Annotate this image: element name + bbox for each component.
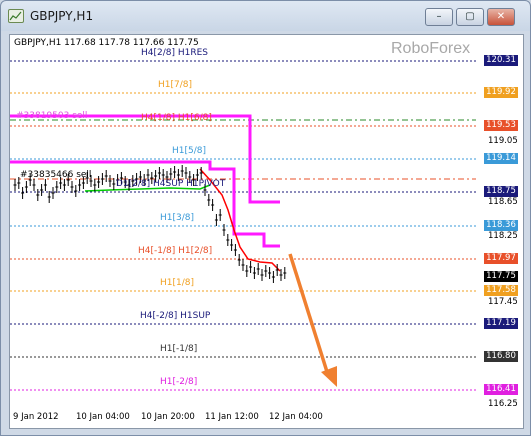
price-tag: 117.58 — [484, 285, 518, 296]
price-tag: 119.53 — [484, 120, 518, 131]
chart-icon — [8, 9, 24, 23]
price-tag: 119.92 — [484, 87, 518, 98]
price-tick: 118.25 — [488, 231, 518, 241]
price-tick: 116.25 — [488, 399, 518, 409]
price-tag: 120.31 — [484, 55, 518, 66]
title-bar[interactable]: GBPJPY,H1 – ▢ ✕ — [1, 1, 530, 31]
level-label: H1[-2/8] — [160, 377, 198, 387]
price-tag: 118.36 — [484, 220, 518, 231]
level-label: H1[5/8] — [172, 146, 207, 156]
price-tag: 116.80 — [484, 351, 518, 362]
level-label: H1[3/8] — [160, 213, 195, 223]
price-tag: 117.75 — [484, 271, 518, 282]
order-label-2: #33835466 sell — [20, 170, 92, 180]
order-label-1: #33819503 sell — [16, 111, 88, 121]
level-label: H4[1/8] H1[6/8] — [141, 113, 212, 123]
level-label: H1[-1/8] — [160, 344, 198, 354]
price-tag: 117.19 — [484, 318, 518, 329]
chart-canvas — [10, 60, 476, 391]
level-label: D1[2/8] H4SUP H1PIVOT — [116, 179, 226, 189]
time-tick: 12 Jan 04:00 — [269, 412, 323, 422]
minimize-button[interactable]: – — [425, 8, 453, 26]
brand-watermark: RoboForex — [391, 40, 471, 57]
level-label: H1[7/8] — [158, 80, 193, 90]
level-label: H4[2/8] H1RES — [141, 48, 209, 58]
price-tag: 117.97 — [484, 253, 518, 264]
price-tick: 118.65 — [488, 197, 518, 207]
close-button[interactable]: ✕ — [487, 8, 515, 26]
time-tick: 9 Jan 2012 — [13, 412, 59, 422]
forecast-arrow-head — [321, 366, 337, 387]
price-chart[interactable]: GBPJPY,H1 117.68 117.78 117.66 117.75 Ro… — [9, 34, 524, 429]
level-label: H1[1/8] — [160, 278, 195, 288]
level-label: H4[-2/8] H1SUP — [140, 311, 211, 321]
time-tick: 10 Jan 20:00 — [141, 412, 195, 422]
window-title: GBPJPY,H1 — [30, 9, 94, 23]
chart-window: GBPJPY,H1 – ▢ ✕ GBPJPY,H1 117.68 117.78 … — [0, 0, 531, 436]
price-tick: 117.45 — [488, 297, 518, 307]
symbol-info: GBPJPY,H1 117.68 117.78 117.66 117.75 — [14, 38, 199, 48]
time-tick: 10 Jan 04:00 — [76, 412, 130, 422]
price-tick: 119.05 — [488, 136, 518, 146]
price-tag: 116.41 — [484, 384, 518, 395]
level-label: H4[-1/8] H1[2/8] — [138, 246, 213, 256]
price-tag: 118.75 — [484, 186, 518, 197]
maximize-button[interactable]: ▢ — [456, 8, 484, 26]
price-tag: 119.14 — [484, 153, 518, 164]
time-tick: 11 Jan 12:00 — [205, 412, 259, 422]
